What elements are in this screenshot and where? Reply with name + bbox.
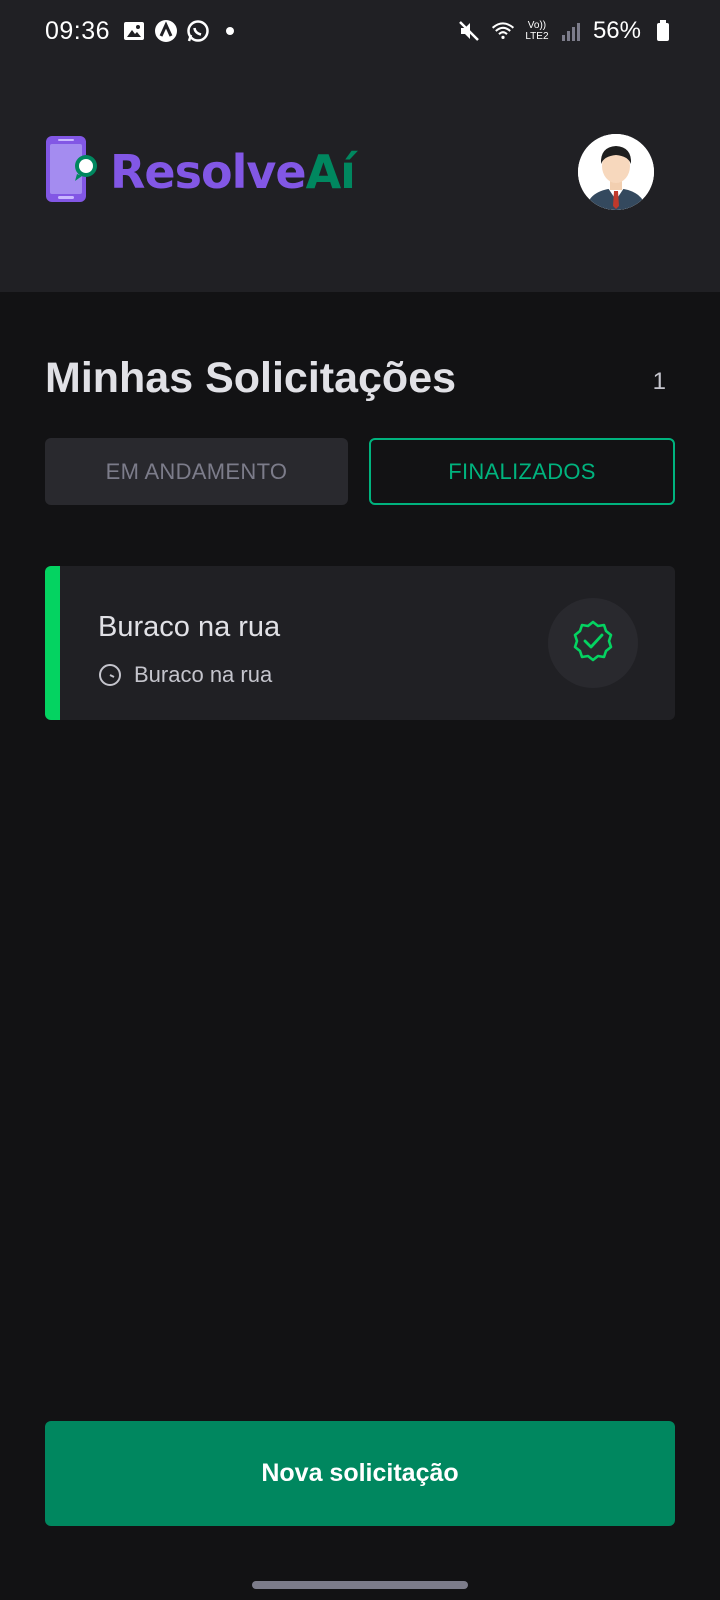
clock-icon [98, 663, 122, 687]
screen: 09:36 Vo)) LTE2 56% ResolveAí Minhas Sol… [0, 0, 720, 1600]
status-time: 09:36 [45, 16, 111, 45]
request-title: Buraco na rua [98, 611, 281, 643]
status-system-icons: Vo)) LTE2 56% [457, 17, 675, 45]
tab-in-progress[interactable]: EM ANDAMENTO [45, 438, 348, 505]
new-request-button[interactable]: Nova solicitação [45, 1421, 675, 1526]
request-subtitle-row: Buraco na rua [98, 662, 272, 688]
wifi-icon [491, 19, 515, 43]
app-name: ResolveAí [110, 144, 356, 199]
page-title: Minhas Solicitações [45, 354, 457, 402]
request-subtitle: Buraco na rua [134, 662, 273, 687]
card-accent-bar [45, 566, 60, 720]
battery-icon [651, 19, 675, 43]
dot-icon [218, 19, 242, 43]
whatsapp-icon [186, 19, 210, 43]
request-card[interactable]: Buraco na rua Buraco na rua [45, 566, 675, 720]
signal-icon [559, 19, 583, 43]
request-count: 1 [652, 368, 666, 395]
app-notification-icon [154, 19, 178, 43]
status-indicator [548, 598, 638, 688]
network-label: Vo)) LTE2 [525, 20, 549, 42]
app-header: ResolveAí [0, 62, 720, 292]
user-avatar[interactable] [578, 134, 654, 210]
gallery-icon [122, 19, 146, 43]
badge-check-icon [571, 619, 615, 668]
status-notification-icons [122, 19, 242, 43]
app-logo: ResolveAí [44, 134, 356, 209]
tab-finished[interactable]: FINALIZADOS [369, 438, 675, 505]
status-bar: 09:36 Vo)) LTE2 56% [0, 0, 720, 62]
battery-percent: 56% [592, 17, 641, 44]
phone-chat-logo-icon [44, 134, 100, 209]
mute-icon [457, 19, 481, 43]
home-gesture-handle[interactable] [252, 1581, 468, 1589]
